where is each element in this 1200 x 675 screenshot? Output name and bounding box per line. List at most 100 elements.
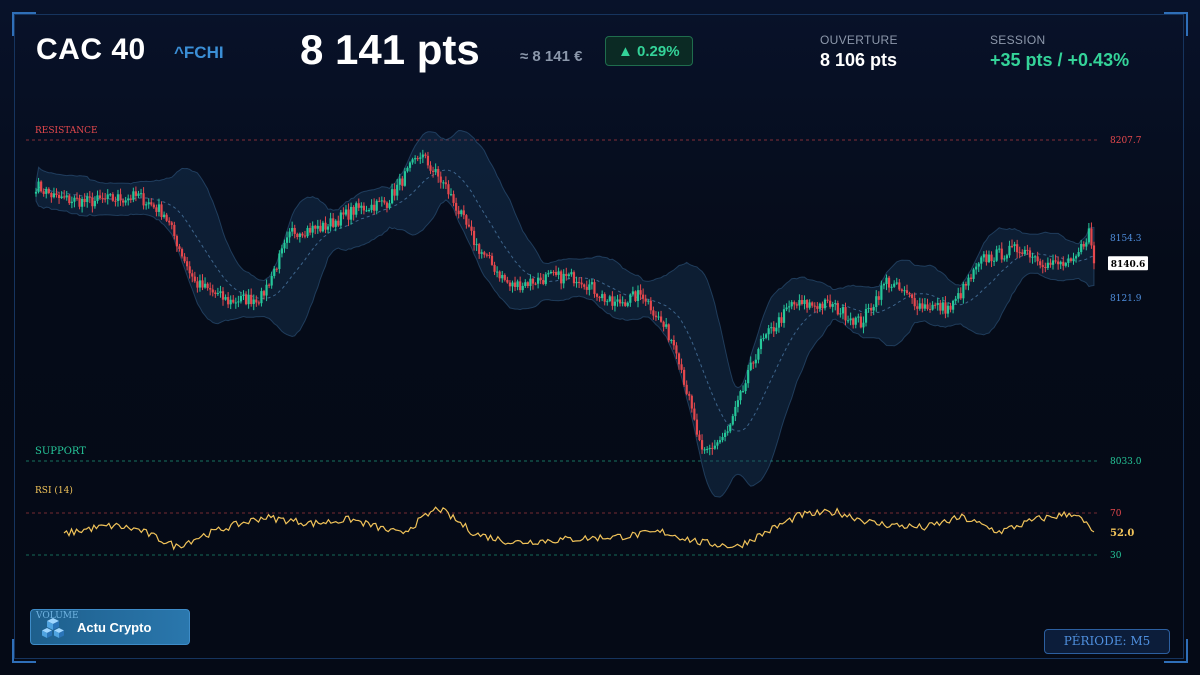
rsi-label: RSI (14): [35, 485, 73, 496]
candle-body: [91, 197, 94, 207]
candle-body: [206, 283, 209, 289]
candle-body: [37, 181, 40, 192]
candle-body: [583, 284, 586, 287]
candle-body: [309, 227, 312, 233]
candle-body: [519, 281, 522, 291]
candle-body: [252, 299, 255, 305]
candle-body: [854, 317, 857, 325]
candle-body: [631, 291, 634, 295]
candle-body: [390, 189, 394, 204]
candle-body: [1064, 262, 1067, 266]
candle-body: [593, 282, 596, 294]
candle-body: [713, 445, 716, 449]
candle-body: [577, 281, 581, 283]
candle-body: [150, 202, 153, 205]
period-selector[interactable]: PÉRIODE: M5: [1044, 629, 1170, 654]
candle-body: [839, 313, 842, 315]
candle-body: [995, 249, 998, 261]
candle-body: [959, 293, 962, 299]
candle-body: [168, 220, 171, 223]
candle-body: [134, 191, 138, 196]
candle-body: [657, 316, 660, 318]
candle-body: [101, 198, 104, 200]
candle-body: [1008, 245, 1011, 256]
candle-body: [554, 271, 558, 275]
candle-body: [139, 193, 143, 195]
candle-body: [552, 271, 555, 273]
candle-body: [467, 224, 471, 227]
candle-body: [301, 233, 304, 236]
candle-body: [175, 236, 178, 247]
candle-body: [81, 198, 84, 207]
candle-body: [926, 304, 929, 309]
candle-body: [332, 218, 335, 227]
candle-body: [639, 290, 642, 295]
volume-label: VOLUME: [36, 611, 79, 621]
candle-body: [178, 246, 181, 250]
candle-body: [1046, 262, 1049, 268]
candle-body: [360, 205, 363, 208]
candle-body: [265, 284, 268, 296]
candle-body: [98, 195, 102, 199]
candle-body: [752, 362, 755, 364]
candle-body: [726, 431, 729, 433]
candle-body: [601, 294, 604, 299]
candle-body: [398, 178, 401, 185]
candle-body: [460, 210, 463, 215]
candle-body: [770, 327, 773, 329]
candle-body: [42, 191, 45, 194]
candle-body: [634, 291, 637, 302]
candle-body: [1062, 261, 1065, 266]
candle-body: [52, 193, 56, 198]
candle-body: [157, 204, 161, 212]
candle-body: [275, 268, 278, 270]
candle-body: [68, 195, 71, 204]
candle-body: [383, 200, 386, 203]
candle-body: [229, 299, 232, 305]
candle-body: [975, 266, 978, 270]
candle-body: [803, 300, 806, 305]
candle-body: [278, 253, 281, 270]
candle-body: [618, 299, 622, 304]
candle-body: [721, 436, 724, 441]
brand-name: Actu Crypto: [77, 620, 152, 635]
candle-body: [547, 273, 550, 275]
candle-body: [1054, 260, 1057, 262]
candle-body: [649, 300, 652, 311]
candle-body: [836, 303, 839, 315]
candle-body: [65, 195, 68, 198]
candle-body: [170, 222, 173, 225]
candle-body: [998, 248, 1001, 250]
candle-body: [388, 203, 391, 208]
candle-body: [1041, 265, 1044, 267]
candle-body: [913, 298, 916, 307]
candle-body: [111, 194, 114, 201]
candle-body: [96, 195, 99, 201]
candle-body: [529, 278, 532, 286]
candle-body: [647, 300, 650, 302]
bollinger-band-layer: [35, 129, 1095, 498]
candle-body: [967, 277, 970, 286]
price-chart: RESISTANCE 8207.7 SUPPORT 8033.0 8154.3 8121.…: [26, 126, 1148, 561]
candle-body: [162, 214, 166, 218]
candle-body: [488, 254, 491, 256]
candle-body: [652, 310, 655, 316]
candle-body: [562, 273, 565, 284]
candle-body: [813, 305, 816, 307]
candle-body: [196, 281, 199, 288]
candle-body: [775, 327, 778, 332]
candle-body: [688, 393, 691, 396]
candle-body: [326, 226, 330, 230]
candle-body: [872, 306, 875, 311]
candle-body: [718, 440, 722, 443]
candle-body: [798, 300, 801, 306]
candle-body: [606, 301, 609, 303]
candle-body: [119, 194, 122, 201]
candle-body: [818, 303, 821, 309]
candle-body: [744, 383, 747, 392]
candle-body: [180, 249, 184, 257]
candle-body: [772, 327, 775, 332]
candle-body: [416, 158, 419, 160]
candle-body: [572, 272, 576, 284]
candle-body: [355, 203, 358, 215]
